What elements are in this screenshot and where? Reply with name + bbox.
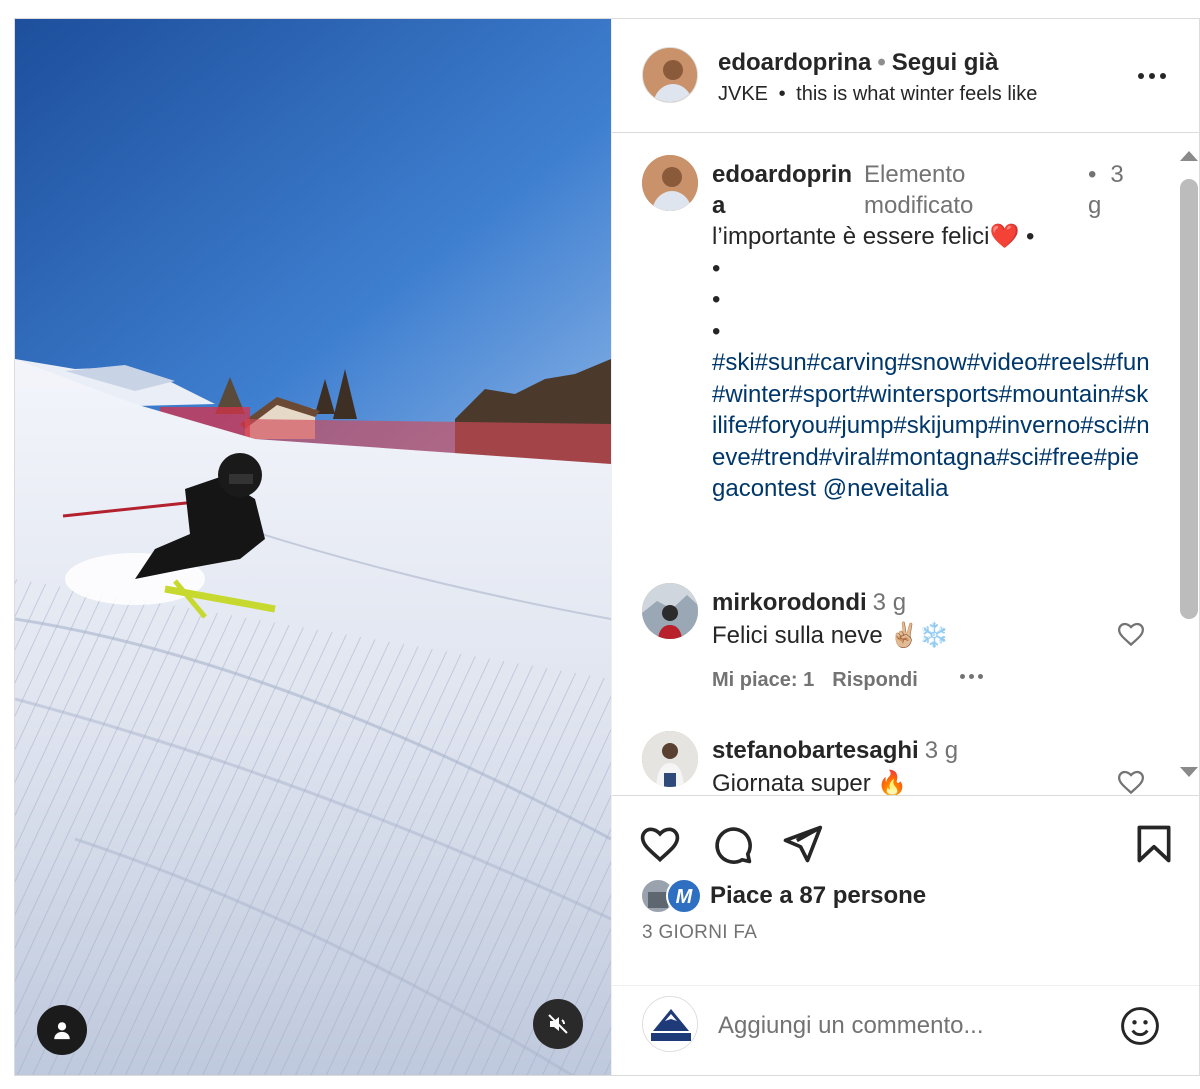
- paper-plane-icon[interactable]: [780, 822, 824, 866]
- current-user-avatar: [642, 996, 698, 1052]
- more-dot-icon: [1138, 73, 1144, 79]
- caption-hashtags[interactable]: #ski#sun#carving#snow#video#reels#fun#wi…: [712, 347, 1152, 505]
- mute-toggle-button[interactable]: [533, 999, 583, 1049]
- header-username[interactable]: edoardoprina: [718, 49, 871, 76]
- following-button[interactable]: Segui già: [892, 49, 999, 76]
- commenter-avatar[interactable]: [642, 583, 698, 639]
- avatar-photo: [643, 48, 697, 102]
- caption-line: •: [712, 286, 721, 313]
- header-user-line: edoardoprina • Segui già: [718, 49, 998, 77]
- comment-text: Giornata super 🔥: [712, 770, 908, 795]
- caption-line: l’importante è essere felici❤️ •: [712, 223, 1035, 250]
- post-side-panel: edoardoprina • Segui già JVKE • this is wh…: [611, 19, 1199, 1075]
- header-separator: •: [877, 49, 886, 76]
- likers-avatar-stack: M: [640, 878, 702, 914]
- svg-text:M: M: [676, 886, 694, 908]
- caption-time-separator: •: [1088, 161, 1097, 188]
- scroll-down-arrow-icon[interactable]: [1180, 767, 1198, 777]
- smiley-icon[interactable]: [1118, 1004, 1162, 1048]
- add-comment-bar: [612, 985, 1199, 1075]
- caption-text: l’importante è essere felici❤️ • • • •: [712, 221, 1152, 347]
- author-avatar[interactable]: [642, 47, 698, 103]
- comment-text: Felici sulla neve ✌🏼❄️: [712, 622, 950, 649]
- comment-likes-count[interactable]: Mi piace: 1: [712, 669, 814, 691]
- speaker-muted-icon: [548, 1014, 568, 1034]
- post-header: edoardoprina • Segui già JVKE • this is wh…: [612, 19, 1199, 133]
- more-dot-icon: [1160, 73, 1166, 79]
- caption-author-avatar[interactable]: [642, 155, 698, 211]
- caption-line: •: [712, 254, 721, 282]
- comment-time[interactable]: 3 g: [873, 589, 906, 616]
- bookmark-icon[interactable]: [1132, 822, 1176, 866]
- comments-scrollbar[interactable]: [1174, 133, 1199, 795]
- person-icon: [54, 1022, 70, 1040]
- post-dialog: edoardoprina • Segui già JVKE • this is wh…: [14, 18, 1200, 1076]
- avatar-photo: [642, 583, 698, 639]
- audio-artist-link[interactable]: JVKE: [718, 83, 768, 105]
- likes-count[interactable]: Piace a 87 persone: [710, 882, 926, 910]
- scrollbar-thumb[interactable]: [1180, 179, 1198, 619]
- comment-reply-button[interactable]: Rispondi: [832, 669, 918, 691]
- dot-icon: [969, 674, 974, 679]
- comment-meta: Mi piace: 1 Rispondi: [712, 669, 936, 692]
- audio-info: JVKE • this is what winter feels like: [718, 83, 1037, 106]
- video-frame-skier: [15, 19, 611, 1075]
- comment-like-heart-icon[interactable]: [1116, 767, 1146, 795]
- dot-icon: [978, 674, 983, 679]
- post-actions: M Piace a 87 persone 3 GIORNI FA: [612, 795, 1199, 985]
- edited-label: Elemento modificato: [864, 161, 974, 219]
- comment-username[interactable]: mirkorodondi: [712, 589, 867, 616]
- audio-title-link[interactable]: this is what winter feels like: [796, 83, 1037, 105]
- commenter-avatar[interactable]: [642, 731, 698, 787]
- comment-username-line: stefanobartesaghi 3 g: [712, 737, 958, 765]
- post-timestamp[interactable]: 3 GIORNI FA: [642, 922, 757, 944]
- comment-time[interactable]: 3 g: [925, 737, 958, 764]
- avatar-photo: [642, 731, 698, 787]
- more-options-button[interactable]: [1134, 63, 1170, 89]
- avatar-photo: [642, 155, 698, 211]
- likers-avatars[interactable]: M: [640, 878, 706, 914]
- caption-line: •: [712, 317, 721, 345]
- comment-more-button[interactable]: [960, 674, 983, 679]
- comments-list[interactable]: edoardoprina Elemento modificato • 3 g l’…: [612, 133, 1199, 795]
- post-video[interactable]: [15, 19, 611, 1075]
- neveitalia-logo-icon: [643, 997, 697, 1051]
- comment-like-heart-icon[interactable]: [1116, 619, 1146, 649]
- audio-separator: •: [778, 83, 786, 105]
- dot-icon: [960, 674, 965, 679]
- caption-username[interactable]: edoardoprina: [712, 159, 854, 221]
- heart-icon[interactable]: [638, 822, 682, 866]
- comment-input[interactable]: [718, 1008, 1098, 1044]
- user-tag-button[interactable]: [37, 1005, 87, 1055]
- more-dot-icon: [1149, 73, 1155, 79]
- comment-bubble-icon[interactable]: [710, 822, 754, 866]
- scroll-up-arrow-icon[interactable]: [1180, 151, 1198, 161]
- caption-time: • 3 g: [1088, 159, 1128, 221]
- comment-username-line: mirkorodondi 3 g: [712, 589, 906, 617]
- comment-username[interactable]: stefanobartesaghi: [712, 737, 919, 764]
